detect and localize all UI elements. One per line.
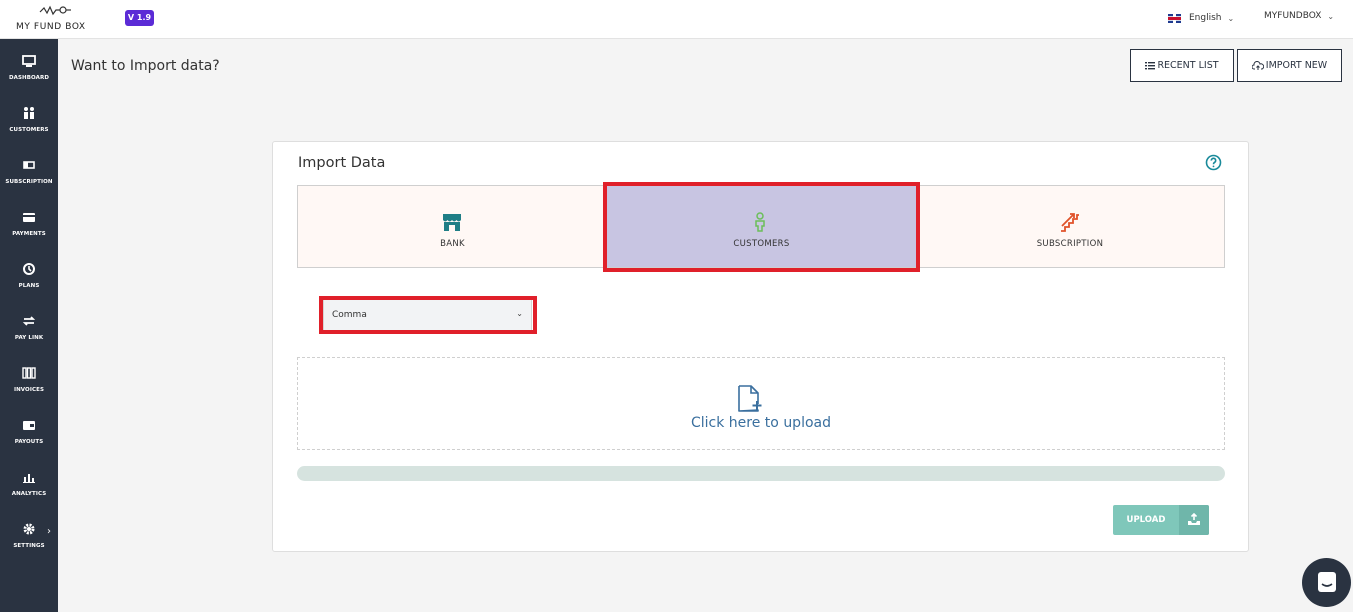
language-label: English — [1189, 13, 1222, 23]
card-title: Import Data — [298, 155, 386, 171]
upload-progress-bar — [297, 466, 1225, 481]
recent-list-label: RECENT LIST — [1157, 60, 1219, 71]
import-type-label: BANK — [440, 239, 465, 249]
sidebar-item-label: PLANS — [18, 283, 40, 289]
page-title: Want to Import data? — [71, 58, 220, 74]
uk-flag-icon — [1168, 13, 1181, 23]
customer-icon — [755, 212, 765, 232]
stairs-icon — [1061, 213, 1079, 232]
chevron-down-icon: ⌄ — [1227, 13, 1235, 23]
sidebar-item-payouts[interactable]: PAYOUTS — [0, 417, 58, 461]
import-type-bank[interactable]: BANK — [298, 186, 607, 267]
upload-dropzone[interactable]: Click here to upload — [297, 357, 1225, 450]
user-name: MYFUNDBOX — [1264, 11, 1322, 21]
list-icon — [1145, 62, 1156, 70]
sidebar-item-pay-link[interactable]: PAY LINK — [0, 313, 58, 357]
chevron-down-icon: ⌄ — [1327, 11, 1335, 21]
swap-icon — [22, 316, 36, 326]
sidebar-item-label: INVOICES — [13, 387, 45, 393]
sidebar-item-label: CUSTOMERS — [9, 127, 49, 133]
chevron-down-icon: ⌄ — [516, 309, 523, 318]
upload-tray-icon — [1179, 505, 1209, 535]
top-bar: MY FUND BOX V 1.9 English ⌄ MYFUNDBOX ⌄ — [0, 0, 1353, 39]
help-icon[interactable] — [1205, 154, 1222, 171]
import-type-selector: BANK CUSTOMERS SUBSCRIPTION — [297, 185, 1225, 268]
upload-label: UPLOAD — [1126, 515, 1166, 525]
delimiter-select[interactable]: Comma — [323, 299, 532, 331]
subscription-icon — [23, 161, 35, 169]
chat-icon — [1318, 572, 1336, 592]
upload-button[interactable]: UPLOAD — [1113, 505, 1209, 535]
invoice-icon — [22, 367, 36, 379]
app-logo[interactable]: MY FUND BOX — [14, 4, 98, 34]
sidebar-item-label: SUBSCRIPTION — [5, 179, 53, 185]
logo-wave-icon — [39, 5, 71, 16]
import-card: Import Data BANK CUSTOMERS SUBSCRIPTION … — [272, 141, 1249, 552]
gear-icon — [23, 523, 35, 535]
sidebar: DASHBOARD CUSTOMERS SUBSCRIPTION PAYMENT… — [0, 39, 58, 612]
chart-icon — [23, 474, 35, 483]
file-add-icon — [738, 385, 762, 412]
version-badge: V 1.9 — [125, 10, 154, 26]
sidebar-item-label: DASHBOARD — [8, 75, 50, 81]
card-icon — [23, 213, 35, 222]
sidebar-item-label: SETTINGS — [13, 543, 45, 549]
recent-list-button[interactable]: RECENT LIST — [1130, 49, 1234, 82]
import-new-button[interactable]: IMPORT NEW — [1237, 49, 1342, 82]
user-menu[interactable]: MYFUNDBOX ⌄ — [1264, 11, 1334, 21]
delimiter-selected-value: Comma — [332, 310, 367, 320]
cloud-upload-icon — [1251, 60, 1264, 70]
sidebar-item-label: PAYMENTS — [12, 231, 46, 237]
plan-icon — [23, 263, 35, 275]
sidebar-item-label: PAY LINK — [14, 335, 44, 341]
sidebar-item-invoices[interactable]: INVOICES — [0, 365, 58, 409]
sidebar-item-plans[interactable]: PLANS — [0, 261, 58, 305]
sidebar-item-customers[interactable]: CUSTOMERS — [0, 105, 58, 149]
bank-icon — [443, 214, 461, 231]
sidebar-item-analytics[interactable]: ANALYTICS — [0, 469, 58, 513]
sidebar-item-label: ANALYTICS — [11, 491, 47, 497]
sidebar-item-settings[interactable]: SETTINGS › — [0, 521, 58, 565]
import-type-customers[interactable]: CUSTOMERS — [607, 186, 916, 267]
users-icon — [24, 107, 34, 119]
chevron-right-icon: › — [47, 526, 51, 537]
sidebar-item-payments[interactable]: PAYMENTS — [0, 209, 58, 253]
logo-text: MY FUND BOX — [16, 22, 86, 32]
sidebar-item-label: PAYOUTS — [14, 439, 44, 445]
language-selector[interactable]: English ⌄ — [1168, 11, 1234, 25]
import-type-label: CUSTOMERS — [733, 239, 790, 249]
dropzone-text: Click here to upload — [691, 415, 831, 431]
import-type-subscription[interactable]: SUBSCRIPTION — [916, 186, 1224, 267]
delimiter-select-wrap: Comma ⌄ — [323, 299, 532, 331]
import-new-label: IMPORT NEW — [1265, 60, 1328, 71]
import-type-label: SUBSCRIPTION — [1036, 239, 1104, 249]
sidebar-item-subscription[interactable]: SUBSCRIPTION — [0, 157, 58, 201]
chat-widget-button[interactable] — [1302, 558, 1351, 607]
monitor-icon — [22, 55, 36, 67]
sidebar-item-dashboard[interactable]: DASHBOARD — [0, 53, 58, 97]
wallet-icon — [23, 421, 35, 430]
